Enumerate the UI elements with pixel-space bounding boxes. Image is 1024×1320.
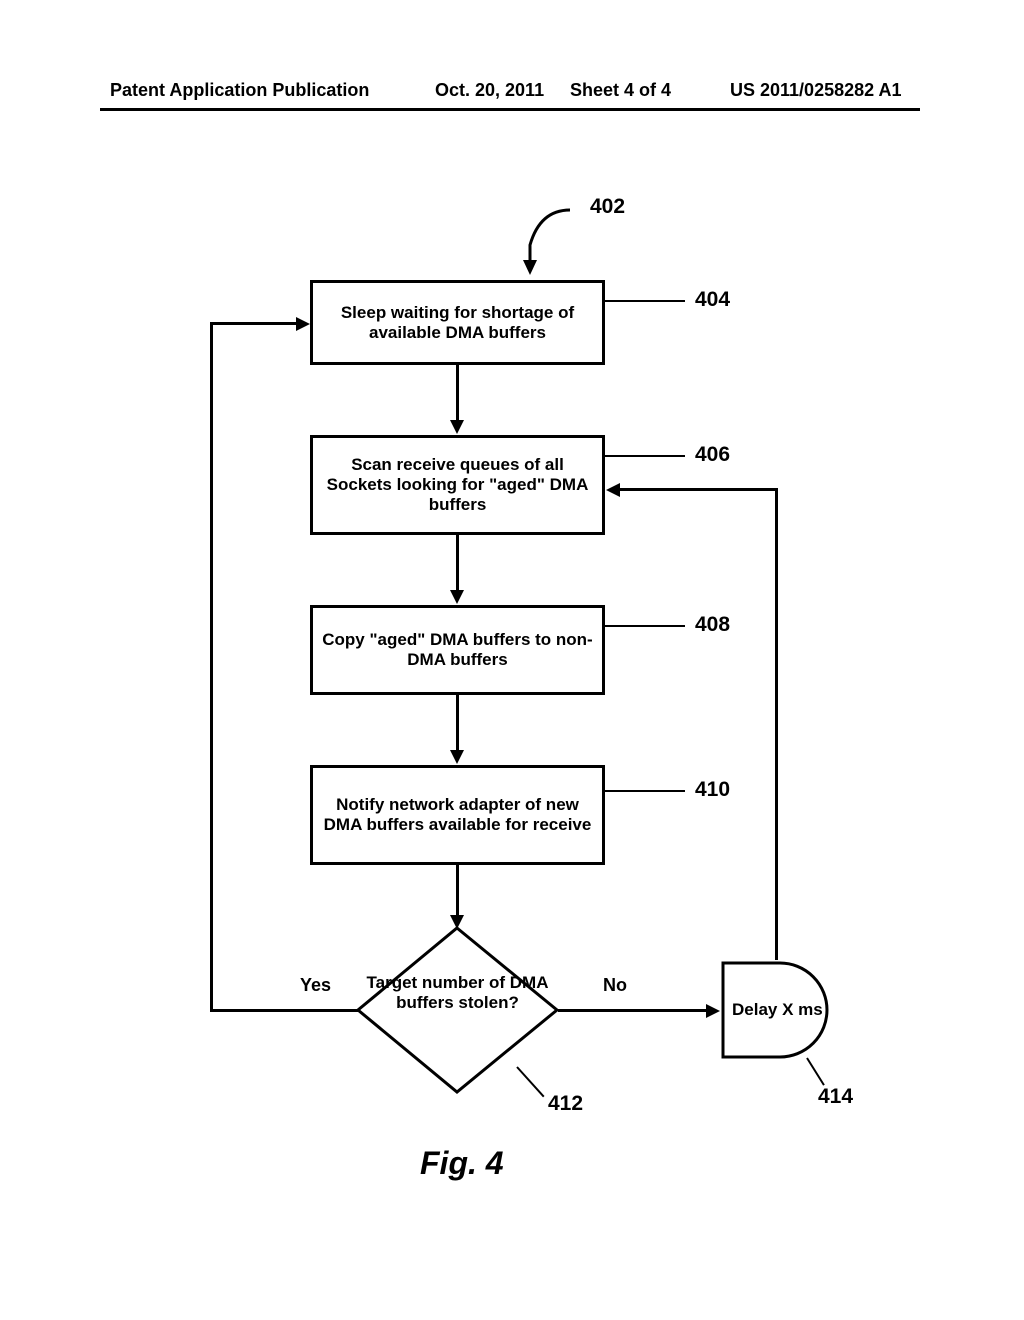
label-412: 412 [548,1092,583,1116]
step-404-box: Sleep waiting for shortage of available … [310,280,605,365]
no-arrowhead-icon [706,1004,720,1018]
step-406-text: Scan receive queues of all Sockets looki… [321,455,594,515]
yes-line-h2 [210,322,298,325]
step-408-text: Copy "aged" DMA buffers to non-DMA buffe… [321,630,594,670]
yes-arrowhead-icon [296,317,310,331]
delay-414-text: Delay X ms [732,1000,823,1020]
step-410-box: Notify network adapter of new DMA buffer… [310,765,605,865]
step-408-box: Copy "aged" DMA buffers to non-DMA buffe… [310,605,605,695]
arrow-404-406 [456,365,459,425]
leader-408 [605,625,685,627]
figure-caption: Fig. 4 [420,1145,504,1182]
leader-410 [605,790,685,792]
delay-loop-v [775,488,778,960]
arrow-410-412 [456,865,459,920]
arrowhead-406-408-icon [450,590,464,604]
arrow-406-408 [456,535,459,595]
label-404: 404 [695,288,730,312]
step-410-text: Notify network adapter of new DMA buffer… [321,795,594,835]
leader-414 [806,1057,825,1085]
label-410: 410 [695,778,730,802]
decision-412: Target number of DMA buffers stolen? [355,925,560,1095]
delay-414: Delay X ms [720,960,835,1060]
no-line-h [558,1009,708,1012]
flowchart-diagram: 402 Sleep waiting for shortage of availa… [0,0,1024,1320]
yes-label: Yes [300,975,331,996]
no-label: No [603,975,627,996]
step-406-box: Scan receive queues of all Sockets looki… [310,435,605,535]
leader-406 [605,455,685,457]
label-402: 402 [590,195,625,219]
arrowhead-408-410-icon [450,750,464,764]
yes-line-v [210,322,213,1012]
delay-loop-h [620,488,778,491]
leader-404 [605,300,685,302]
arrowhead-404-406-icon [450,420,464,434]
step-404-text: Sleep waiting for shortage of available … [321,303,594,343]
label-408: 408 [695,613,730,637]
label-414: 414 [818,1085,853,1109]
decision-412-text: Target number of DMA buffers stolen? [355,973,560,1013]
label-406: 406 [695,443,730,467]
arrow-408-410 [456,695,459,755]
yes-line-h1 [210,1009,358,1012]
delay-loop-arrowhead-icon [606,483,620,497]
start-arrow-icon [510,205,580,280]
